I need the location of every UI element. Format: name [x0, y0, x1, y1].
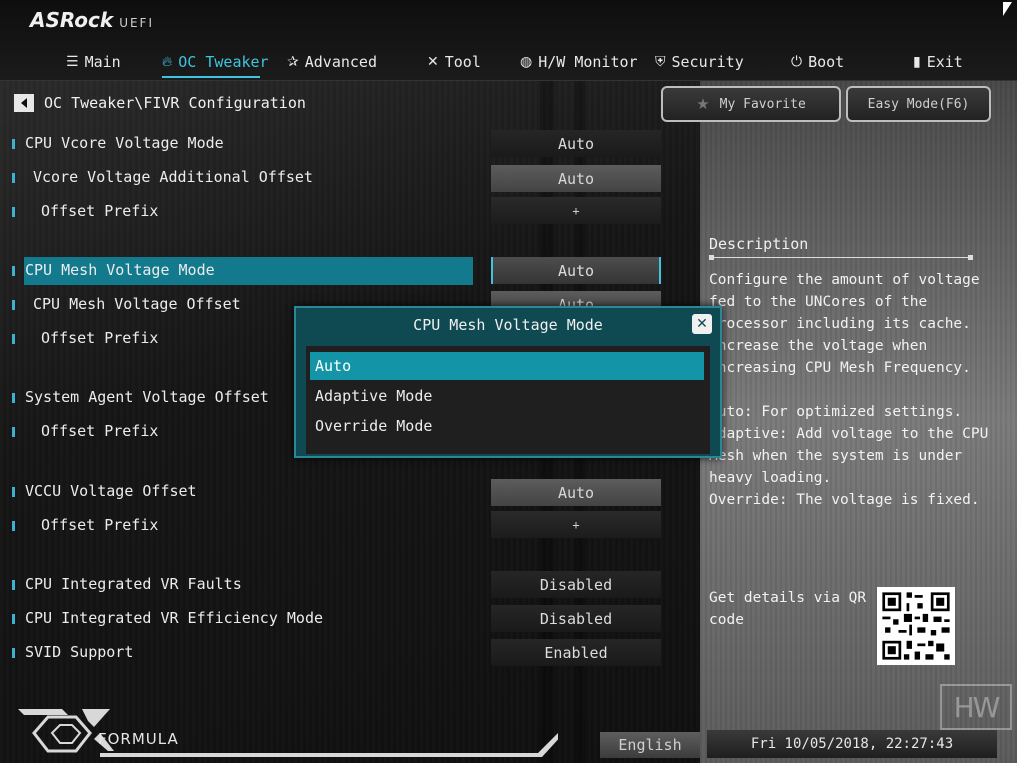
tab-oc-tweaker[interactable]: 🔥︎ OC Tweaker [162, 50, 269, 74]
setting-value[interactable]: Disabled [491, 571, 661, 598]
brand-name: ASRock [30, 8, 114, 32]
tab-label: Advanced [304, 53, 377, 71]
row-marker [12, 521, 15, 531]
description-title: Description [709, 235, 809, 253]
setting-label[interactable]: Vcore Voltage Additional Offset [33, 168, 313, 186]
list-icon: ☰ [66, 54, 79, 70]
datetime-display: Fri 10/05/2018, 22:27:43 [707, 730, 997, 758]
qr-code-graphic [877, 587, 955, 665]
setting-value[interactable]: Auto [491, 130, 661, 157]
tools-icon: ✕ [427, 54, 439, 70]
setting-label[interactable]: Offset Prefix [41, 516, 158, 534]
tab-boot[interactable]: ⏻ Boot [791, 50, 844, 74]
flame-icon: 🔥︎ [162, 54, 173, 70]
row-marker [12, 487, 15, 497]
setting-label[interactable]: CPU Mesh Voltage Mode [25, 261, 215, 279]
formula-logo-text: FORMULA [98, 730, 179, 748]
tab-security[interactable]: ⛨ Security [655, 50, 744, 74]
tab-label: Boot [808, 53, 845, 71]
description-divider [709, 255, 973, 260]
mouse-cursor-icon [1003, 2, 1012, 16]
row-marker [12, 300, 15, 310]
tab-label: OC Tweaker [178, 53, 269, 71]
language-button[interactable]: English [600, 732, 700, 758]
setting-label[interactable]: CPU Mesh Voltage Offset [33, 295, 241, 313]
dialog-options-list: Auto Adaptive Mode Override Mode [306, 346, 710, 454]
my-favorite-label: My Favorite [719, 96, 806, 112]
description-body: Configure the amount of voltage fed to t… [709, 272, 989, 508]
breadcrumb: OC Tweaker\FIVR Configuration [14, 94, 306, 112]
star-icon: ✰ [287, 54, 299, 70]
setting-value[interactable]: Auto [491, 257, 661, 284]
setting-label[interactable]: SVID Support [25, 643, 133, 661]
header-bar: ASRock UEFI ☰ Main 🔥︎ OC Tweaker ✰ Advanc… [0, 0, 1017, 81]
monitor-icon: ◍ [520, 54, 533, 70]
breadcrumb-path: OC Tweaker\FIVR Configuration [44, 94, 306, 112]
my-favorite-button[interactable]: ★ My Favorite [661, 86, 841, 122]
option-auto[interactable]: Auto [310, 352, 704, 380]
tab-label: Tool [444, 53, 481, 71]
tab-exit[interactable]: ▮ Exit [913, 50, 963, 74]
row-marker [12, 334, 15, 344]
setting-value[interactable]: Disabled [491, 605, 661, 632]
tab-tool[interactable]: ✕ Tool [427, 50, 481, 74]
setting-value[interactable]: Auto [491, 165, 661, 192]
tab-label: Main [84, 53, 121, 71]
power-icon: ⏻ [791, 54, 803, 70]
watermark-logo: HW [940, 684, 1012, 730]
active-tab-indicator [162, 76, 260, 78]
row-marker [12, 648, 15, 658]
qr-code-icon [877, 587, 955, 665]
exit-icon: ▮ [913, 54, 921, 70]
row-marker [12, 427, 15, 437]
easy-mode-label: Easy Mode(F6) [867, 96, 970, 112]
mesh-voltage-mode-dialog: CPU Mesh Voltage Mode ✕ Auto Adaptive Mo… [294, 306, 722, 458]
row-marker [12, 580, 15, 590]
row-marker [12, 614, 15, 624]
brand-suffix: UEFI [119, 16, 154, 30]
row-marker [12, 266, 15, 276]
setting-label[interactable]: CPU Vcore Voltage Mode [25, 134, 224, 152]
setting-label[interactable]: Offset Prefix [41, 202, 158, 220]
row-marker [12, 173, 15, 183]
option-override-mode[interactable]: Override Mode [310, 412, 704, 440]
row-marker [12, 393, 15, 403]
setting-label[interactable]: CPU Integrated VR Faults [25, 575, 242, 593]
dialog-title: CPU Mesh Voltage Mode [413, 316, 603, 334]
close-icon[interactable]: ✕ [692, 314, 712, 334]
tab-label: H/W Monitor [538, 53, 638, 71]
setting-label[interactable]: VCCU Voltage Offset [25, 482, 197, 500]
back-button[interactable] [14, 94, 34, 112]
setting-label[interactable]: System Agent Voltage Offset [25, 388, 269, 406]
option-adaptive-mode[interactable]: Adaptive Mode [310, 382, 704, 410]
setting-label[interactable]: Offset Prefix [41, 422, 158, 440]
star-icon: ★ [696, 95, 710, 113]
tab-label: Security [671, 53, 744, 71]
setting-label[interactable]: CPU Integrated VR Efficiency Mode [25, 609, 323, 627]
tab-label: Exit [926, 53, 963, 71]
tab-main[interactable]: ☰ Main [66, 50, 121, 74]
setting-value[interactable]: + [491, 197, 661, 224]
setting-value[interactable]: + [491, 511, 661, 538]
setting-value[interactable]: Enabled [491, 639, 661, 666]
row-marker [12, 207, 15, 217]
setting-value[interactable]: Auto [491, 479, 661, 506]
shield-icon: ⛨ [655, 54, 666, 70]
setting-label[interactable]: Offset Prefix [41, 329, 158, 347]
easy-mode-button[interactable]: Easy Mode(F6) [846, 86, 991, 122]
tab-hw-monitor[interactable]: ◍ H/W Monitor [520, 50, 638, 74]
brand-logo: ASRock UEFI [30, 8, 154, 32]
tab-advanced[interactable]: ✰ Advanced [287, 50, 377, 74]
row-marker [12, 139, 15, 149]
qr-caption: Get details via QR code [709, 590, 867, 628]
